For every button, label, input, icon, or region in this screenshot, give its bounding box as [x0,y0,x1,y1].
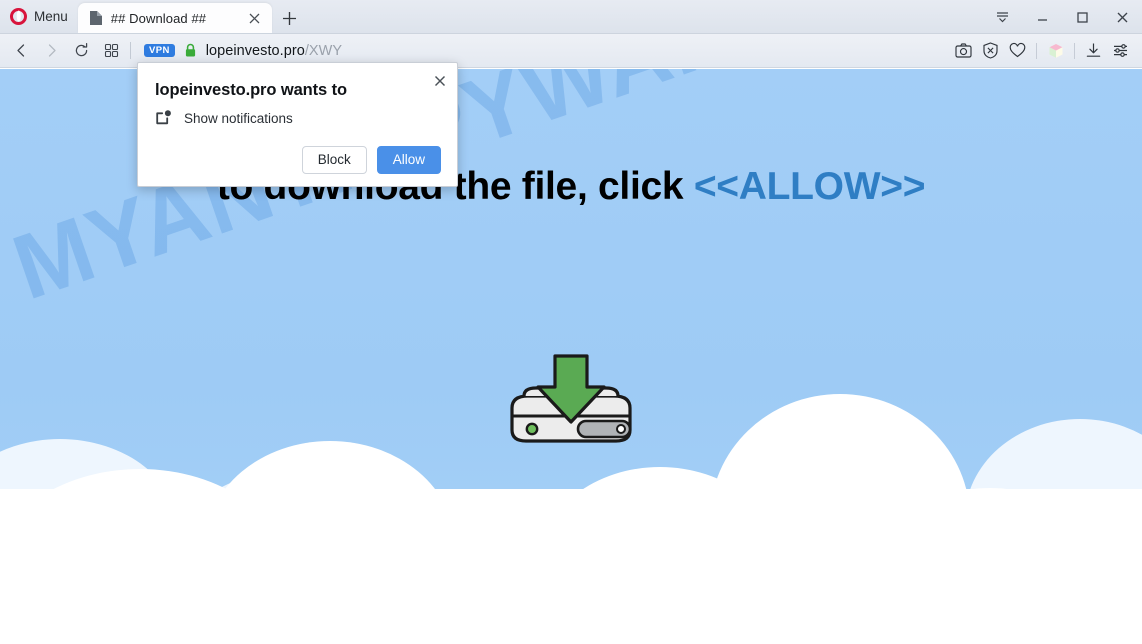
dialog-title: lopeinvesto.pro wants to [155,81,347,99]
address-bar[interactable]: VPN lopeinvesto.pro/XWY [138,38,950,64]
opera-logo-icon [10,7,27,25]
back-icon[interactable] [6,36,36,66]
notification-icon [155,109,172,127]
maximize-button[interactable] [1062,0,1102,34]
opera-menu-button[interactable]: Menu [0,0,78,33]
heart-icon[interactable] [1004,36,1031,66]
page-icon [89,10,103,26]
forward-icon [36,36,66,66]
menu-label: Menu [34,8,68,24]
permission-label: Show notifications [184,110,293,126]
browser-tab[interactable]: ## Download ## [77,3,272,33]
easy-setup-icon[interactable] [1107,36,1134,66]
block-button[interactable]: Block [301,145,367,174]
snapshot-icon[interactable] [950,36,977,66]
permission-row: Show notifications [155,109,293,127]
toolbar-divider-2 [1036,42,1037,59]
url-path: /XWY [304,42,343,59]
headline-allow-text: <<ALLOW>> [693,165,926,208]
dialog-close-icon[interactable] [430,71,450,91]
tab-list-icon[interactable] [982,0,1022,34]
url-text: lopeinvesto.pro/XWY [206,43,342,59]
allow-button[interactable]: Allow [376,145,441,174]
speed-dial-grid-icon[interactable] [96,36,126,66]
toolbar-right-icons [950,36,1134,66]
notification-permission-dialog: lopeinvesto.pro wants to Show notificati… [137,62,458,187]
tab-close-icon[interactable] [246,9,264,27]
window-controls [982,0,1142,34]
opera-cube-icon[interactable] [1042,36,1069,66]
minimize-button[interactable] [1022,0,1062,34]
url-domain: lopeinvesto.pro [205,42,305,59]
toolbar-divider [130,42,131,59]
cloud-base [0,489,1142,644]
toolbar-divider-3 [1074,42,1075,59]
dialog-actions: Block Allow [301,145,441,174]
browser-window: Menu ## Download ## VPN lopeinvesto.pro/… [0,0,1142,644]
tab-strip: Menu ## Download ## [0,0,1142,34]
hard-drive-download-icon [494,354,648,484]
new-tab-button[interactable] [275,3,305,33]
tab-title: ## Download ## [110,10,207,26]
adblock-shield-icon[interactable] [977,36,1004,66]
vpn-badge[interactable]: VPN [144,43,175,58]
close-window-button[interactable] [1102,0,1142,34]
reload-icon[interactable] [66,36,96,66]
downloads-icon[interactable] [1080,36,1107,66]
secure-lock-icon[interactable] [184,43,197,58]
